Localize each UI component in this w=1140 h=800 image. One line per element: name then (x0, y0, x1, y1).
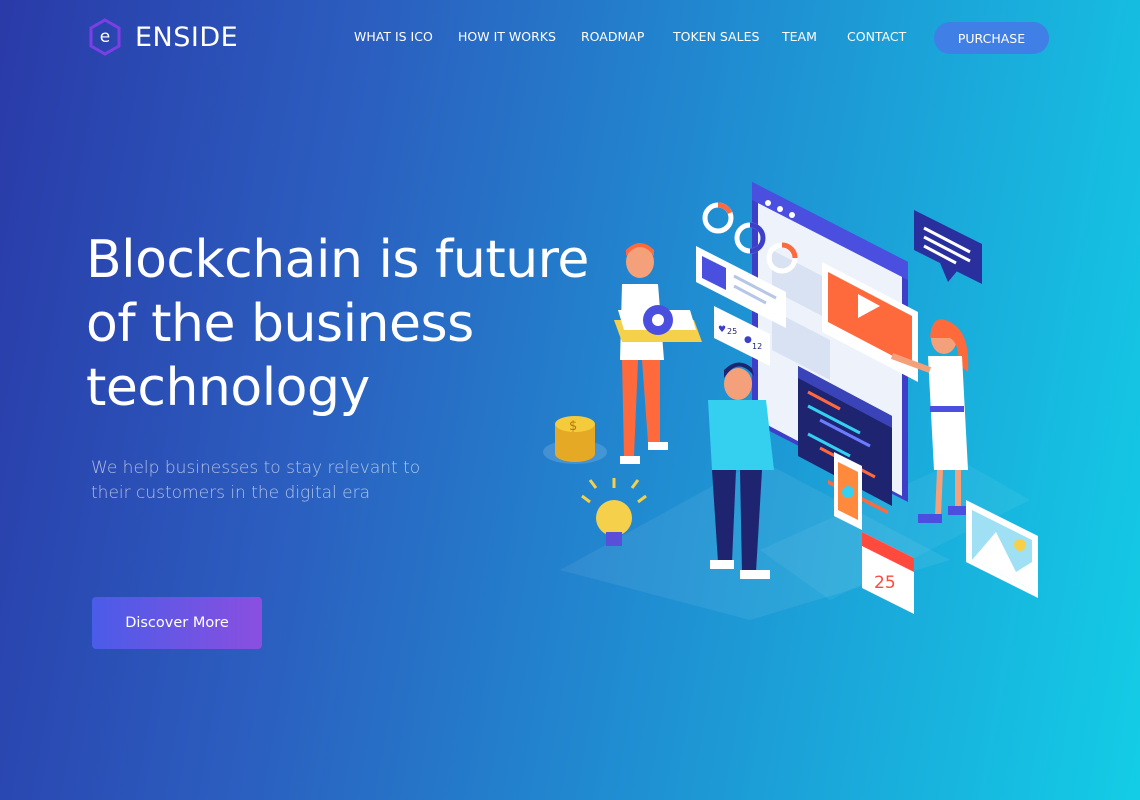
blockchain-isometric-illustration: ♥ 25 ● 12 $ 25 (543, 182, 1038, 620)
nav-item-token-sales[interactable]: TOKEN SALES (673, 29, 759, 44)
hero-subtitle-line-1: We help businesses to stay relevant to (91, 458, 421, 478)
likes-count: 25 (727, 327, 737, 336)
hero-title-line-3: technology (86, 358, 370, 418)
calendar-day: 25 (874, 573, 896, 593)
nav-item-team[interactable]: TEAM (782, 29, 817, 44)
landing-page: e ENSIDE WHAT IS ICO HOW IT WORKS ROADMA… (0, 0, 1140, 800)
hero-title-line-1: Blockchain is future (86, 230, 589, 290)
hero-title: Blockchain is future of the business tec… (86, 228, 606, 420)
comments-count: 12 (752, 342, 762, 351)
coin-symbol: $ (569, 419, 577, 434)
site-header: e ENSIDE WHAT IS ICO HOW IT WORKS ROADMA… (0, 0, 1140, 76)
chat-bubble-icon (914, 210, 982, 284)
hero-subtitle: We help businesses to stay relevant to t… (91, 456, 451, 506)
hero-title-line-2: of the business (86, 294, 474, 354)
comment-icon: ● (744, 335, 752, 345)
image-card-icon (966, 500, 1038, 598)
nav-item-contact[interactable]: CONTACT (847, 29, 906, 44)
nav-item-how-it-works[interactable]: HOW IT WORKS (458, 29, 556, 44)
purchase-button[interactable]: PURCHASE (934, 22, 1049, 54)
man-with-gear-figure (614, 243, 702, 464)
coin-stack-icon: $ (543, 416, 607, 464)
hero-subtitle-line-2: their customers in the digital era (91, 483, 371, 503)
heart-icon: ♥ (718, 325, 726, 335)
nav-item-roadmap[interactable]: ROADMAP (581, 29, 644, 44)
nav-item-what-is-ico[interactable]: WHAT IS ICO (354, 29, 433, 44)
discover-more-button[interactable]: Discover More (92, 597, 262, 649)
